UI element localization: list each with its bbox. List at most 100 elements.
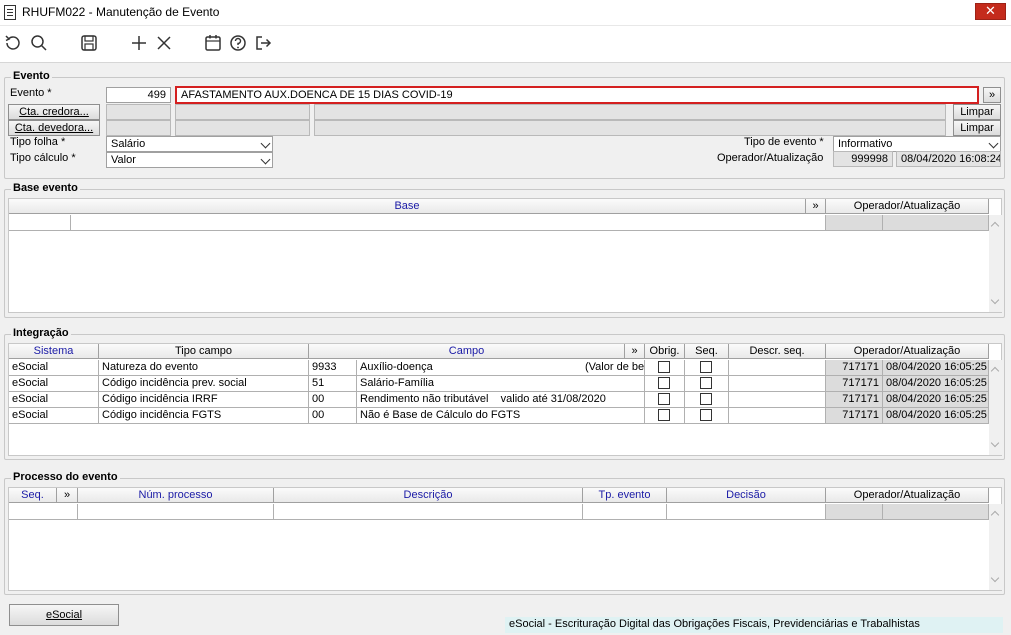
processo-cell-descricao[interactable] bbox=[274, 504, 583, 520]
save-icon[interactable] bbox=[79, 33, 99, 53]
col-sistema-header[interactable]: Sistema bbox=[9, 344, 99, 359]
add-icon[interactable] bbox=[129, 33, 149, 53]
table-row-obrig[interactable] bbox=[645, 392, 685, 408]
table-row-sistema[interactable]: eSocial bbox=[9, 376, 99, 392]
campo-extra-text: (Valor de be bbox=[585, 361, 645, 373]
table-row-tipo-campo[interactable]: Natureza do evento bbox=[99, 360, 309, 376]
table-row-codigo[interactable]: 51 bbox=[309, 376, 357, 392]
table-row-descr-seq[interactable] bbox=[729, 392, 826, 408]
base-cell-description[interactable] bbox=[71, 215, 826, 231]
table-row-codigo[interactable]: 00 bbox=[309, 408, 357, 424]
table-row-codigo[interactable]: 00 bbox=[309, 392, 357, 408]
integracao-scrollbar[interactable] bbox=[989, 360, 1003, 455]
table-row-obrig[interactable] bbox=[645, 360, 685, 376]
col-decisao-header[interactable]: Decisão bbox=[667, 488, 826, 503]
tipo-folha-select[interactable]: Salário bbox=[106, 136, 273, 152]
seq-checkbox[interactable] bbox=[700, 393, 712, 405]
scroll-down-icon[interactable] bbox=[990, 295, 1000, 305]
search-icon[interactable] bbox=[29, 33, 49, 53]
col-tipo-campo-header: Tipo campo bbox=[99, 344, 309, 359]
evento-more-button[interactable]: » bbox=[983, 87, 1001, 103]
status-bar-text: eSocial - Escrituração Digital das Obrig… bbox=[505, 617, 1003, 633]
processo-scrollbar[interactable] bbox=[989, 504, 1003, 590]
table-row-sistema[interactable]: eSocial bbox=[9, 360, 99, 376]
scroll-down-icon[interactable] bbox=[990, 438, 1000, 448]
limpar-devedora-button[interactable]: Limpar bbox=[953, 120, 1001, 136]
col-seq-header[interactable]: Seq. bbox=[9, 488, 57, 503]
scroll-up-icon[interactable] bbox=[990, 221, 1000, 231]
scroll-down-icon[interactable] bbox=[990, 573, 1000, 583]
calendar-icon[interactable] bbox=[203, 33, 223, 53]
table-row-campo[interactable]: Rendimento não tributável valido até 31/… bbox=[357, 392, 645, 408]
obrig-checkbox[interactable] bbox=[658, 361, 670, 373]
evento-code-field[interactable]: 499 bbox=[106, 87, 171, 103]
window-title: RHUFM022 - Manutenção de Evento bbox=[22, 5, 220, 19]
operador-atualizacao-label: Operador/Atualização bbox=[717, 152, 824, 164]
chevron-down-icon bbox=[260, 154, 271, 165]
exit-icon[interactable] bbox=[253, 33, 273, 53]
obrig-checkbox[interactable] bbox=[658, 393, 670, 405]
esocial-button[interactable]: eSocial bbox=[9, 604, 119, 626]
processo-group-title: Processo do evento bbox=[11, 471, 120, 483]
table-row-obrig[interactable] bbox=[645, 408, 685, 424]
seq-checkbox[interactable] bbox=[700, 409, 712, 421]
col-seq-header: Seq. bbox=[685, 344, 729, 359]
cta-credora-button[interactable]: Cta. credora... bbox=[8, 104, 100, 120]
table-row-obrig[interactable] bbox=[645, 376, 685, 392]
cta-devedora-description bbox=[314, 120, 946, 136]
scroll-up-icon[interactable] bbox=[990, 510, 1000, 520]
limpar-credora-button[interactable]: Limpar bbox=[953, 104, 1001, 120]
col-descricao-header[interactable]: Descrição bbox=[274, 488, 583, 503]
base-more-button[interactable]: » bbox=[806, 199, 826, 214]
title-bar: RHUFM022 - Manutenção de Evento ✕ bbox=[0, 0, 1011, 26]
table-row-seq[interactable] bbox=[685, 392, 729, 408]
col-campo-header[interactable]: Campo bbox=[309, 344, 625, 359]
chevron-down-icon bbox=[988, 138, 999, 149]
processo-cell-decisao[interactable] bbox=[667, 504, 826, 520]
seq-checkbox[interactable] bbox=[700, 377, 712, 389]
col-num-processo-header[interactable]: Núm. processo bbox=[78, 488, 274, 503]
cta-devedora-code bbox=[106, 120, 171, 136]
table-row-data: 08/04/2020 16:05:25 bbox=[883, 408, 989, 424]
close-button[interactable]: ✕ bbox=[975, 3, 1006, 20]
table-row-operador: 717171 bbox=[826, 376, 883, 392]
table-row-campo[interactable]: Auxílio-doença (Valor de be bbox=[357, 360, 645, 376]
campo-more-button[interactable]: » bbox=[625, 344, 645, 359]
chevron-down-icon bbox=[260, 138, 271, 149]
refresh-icon[interactable] bbox=[3, 33, 23, 53]
delete-icon[interactable] bbox=[154, 33, 174, 53]
table-row-campo[interactable]: Salário-Família bbox=[357, 376, 645, 392]
col-base-header[interactable]: Base bbox=[9, 199, 806, 214]
table-row-codigo[interactable]: 9933 bbox=[309, 360, 357, 376]
table-row-tipo-campo[interactable]: Código incidência prev. social bbox=[99, 376, 309, 392]
cta-devedora-button[interactable]: Cta. devedora... bbox=[8, 120, 100, 136]
table-row-seq[interactable] bbox=[685, 376, 729, 392]
evento-label: Evento * bbox=[10, 87, 52, 99]
obrig-checkbox[interactable] bbox=[658, 377, 670, 389]
table-row-descr-seq[interactable] bbox=[729, 376, 826, 392]
processo-cell-tp-evento[interactable] bbox=[583, 504, 667, 520]
table-row-sistema[interactable]: eSocial bbox=[9, 408, 99, 424]
base-cell-code[interactable] bbox=[9, 215, 71, 231]
processo-cell-num[interactable] bbox=[78, 504, 274, 520]
table-row-descr-seq[interactable] bbox=[729, 360, 826, 376]
table-row-tipo-campo[interactable]: Código incidência IRRF bbox=[99, 392, 309, 408]
col-tp-evento-header[interactable]: Tp. evento bbox=[583, 488, 667, 503]
table-row-seq[interactable] bbox=[685, 360, 729, 376]
evento-description-field[interactable]: AFASTAMENTO AUX.DOENCA DE 15 DIAS COVID-… bbox=[175, 86, 979, 104]
table-row-seq[interactable] bbox=[685, 408, 729, 424]
base-scrollbar[interactable] bbox=[989, 215, 1003, 312]
seq-checkbox[interactable] bbox=[700, 361, 712, 373]
processo-cell-seq[interactable] bbox=[9, 504, 78, 520]
table-row-campo[interactable]: Não é Base de Cálculo do FGTS bbox=[357, 408, 645, 424]
tipo-evento-select[interactable]: Informativo bbox=[833, 136, 1001, 152]
processo-more-button[interactable]: » bbox=[57, 488, 78, 503]
table-row-sistema[interactable]: eSocial bbox=[9, 392, 99, 408]
table-row-tipo-campo[interactable]: Código incidência FGTS bbox=[99, 408, 309, 424]
obrig-checkbox[interactable] bbox=[658, 409, 670, 421]
table-row-data: 08/04/2020 16:05:25 bbox=[883, 376, 989, 392]
tipo-calculo-select[interactable]: Valor bbox=[106, 152, 273, 168]
scroll-up-icon[interactable] bbox=[990, 366, 1000, 376]
table-row-descr-seq[interactable] bbox=[729, 408, 826, 424]
help-icon[interactable] bbox=[228, 33, 248, 53]
